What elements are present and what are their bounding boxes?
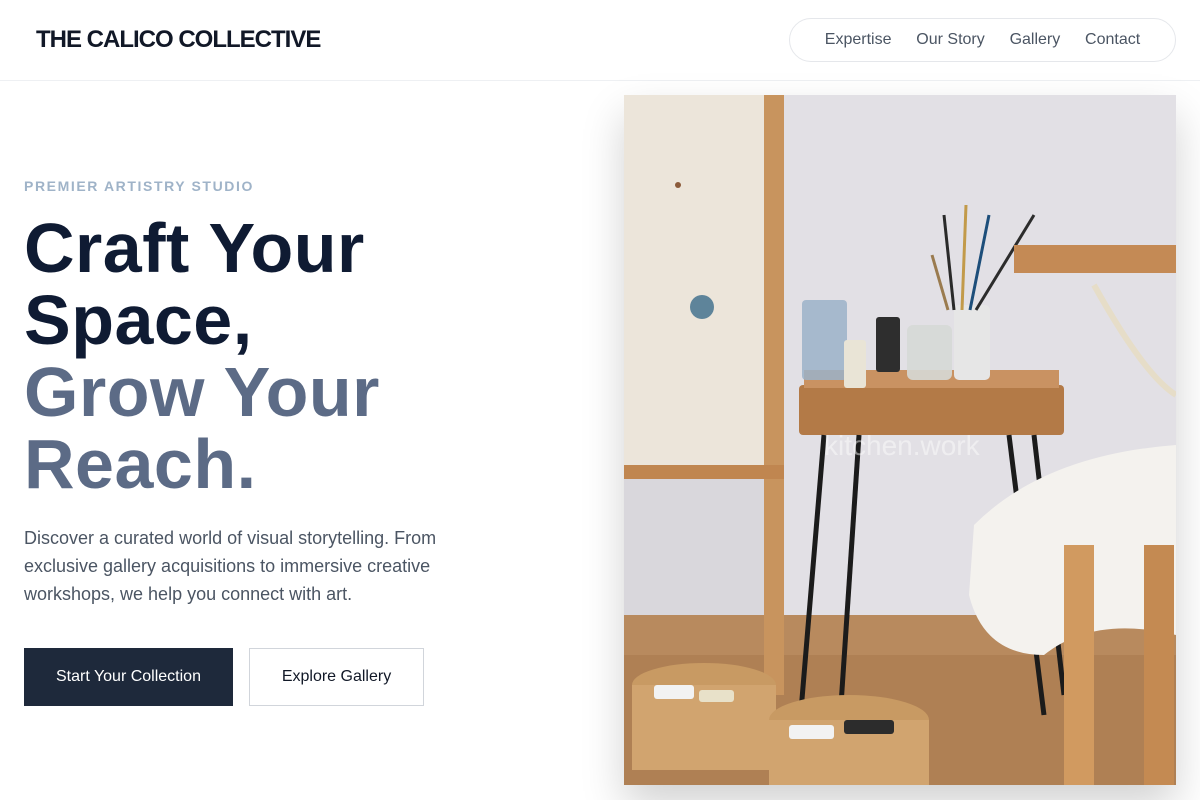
site-header: THE CALICO COLLECTIVE Expertise Our Stor… bbox=[0, 0, 1200, 81]
hero-eyebrow: PREMIER ARTISTRY STUDIO bbox=[24, 178, 254, 194]
headline-line-1: Craft Your bbox=[24, 209, 365, 287]
nav-link-expertise[interactable]: Expertise bbox=[825, 31, 892, 49]
headline-line-2: Space, bbox=[24, 281, 253, 359]
nav-link-contact[interactable]: Contact bbox=[1085, 31, 1140, 49]
image-watermark: kitchen.work bbox=[824, 430, 981, 461]
hero-headline: Craft Your Space, Grow Your Reach. bbox=[24, 212, 584, 500]
headline-line-3: Grow Your bbox=[24, 353, 380, 431]
art-studio-photo: kitchen.work bbox=[624, 95, 1176, 785]
hero-image: kitchen.work bbox=[624, 95, 1176, 785]
hero-description: Discover a curated world of visual story… bbox=[24, 528, 437, 604]
nav-link-gallery[interactable]: Gallery bbox=[1010, 31, 1061, 49]
headline-line-4: Reach. bbox=[24, 425, 257, 503]
explore-gallery-button[interactable]: Explore Gallery bbox=[249, 648, 424, 706]
main-nav: Expertise Our Story Gallery Contact bbox=[789, 18, 1176, 62]
start-collection-button[interactable]: Start Your Collection bbox=[24, 648, 233, 706]
nav-link-our-story[interactable]: Our Story bbox=[916, 31, 984, 49]
brand-logo[interactable]: THE CALICO COLLECTIVE bbox=[36, 26, 321, 54]
